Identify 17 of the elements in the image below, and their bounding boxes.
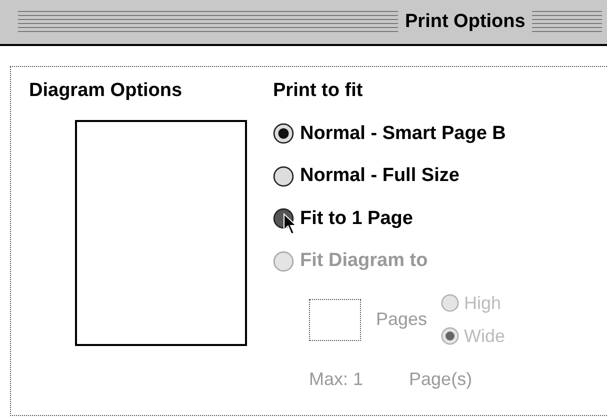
option-label: Normal - Smart Page B: [300, 122, 506, 146]
pages-label: Pages: [376, 308, 428, 331]
pages-input-field[interactable]: [309, 298, 361, 340]
mouse-pointer-icon: [283, 212, 297, 234]
max-unit: Page(s): [409, 368, 472, 391]
section-label: Print to fit: [273, 79, 364, 103]
max-label: Max: 1: [309, 368, 364, 390]
radio-button[interactable]: [273, 166, 294, 187]
option-label: Wide: [464, 324, 506, 348]
section-label: Diagram Options: [29, 79, 184, 103]
window-title: Print Options: [404, 10, 526, 34]
radio-button[interactable]: [273, 123, 294, 144]
title-bar-stripes: [532, 10, 602, 34]
option-label: Fit to 1 Page: [300, 206, 413, 230]
option-label: Fit Diagram to: [300, 249, 428, 273]
option-label: Normal - Full Size: [300, 164, 460, 188]
option-label: High: [464, 292, 502, 315]
